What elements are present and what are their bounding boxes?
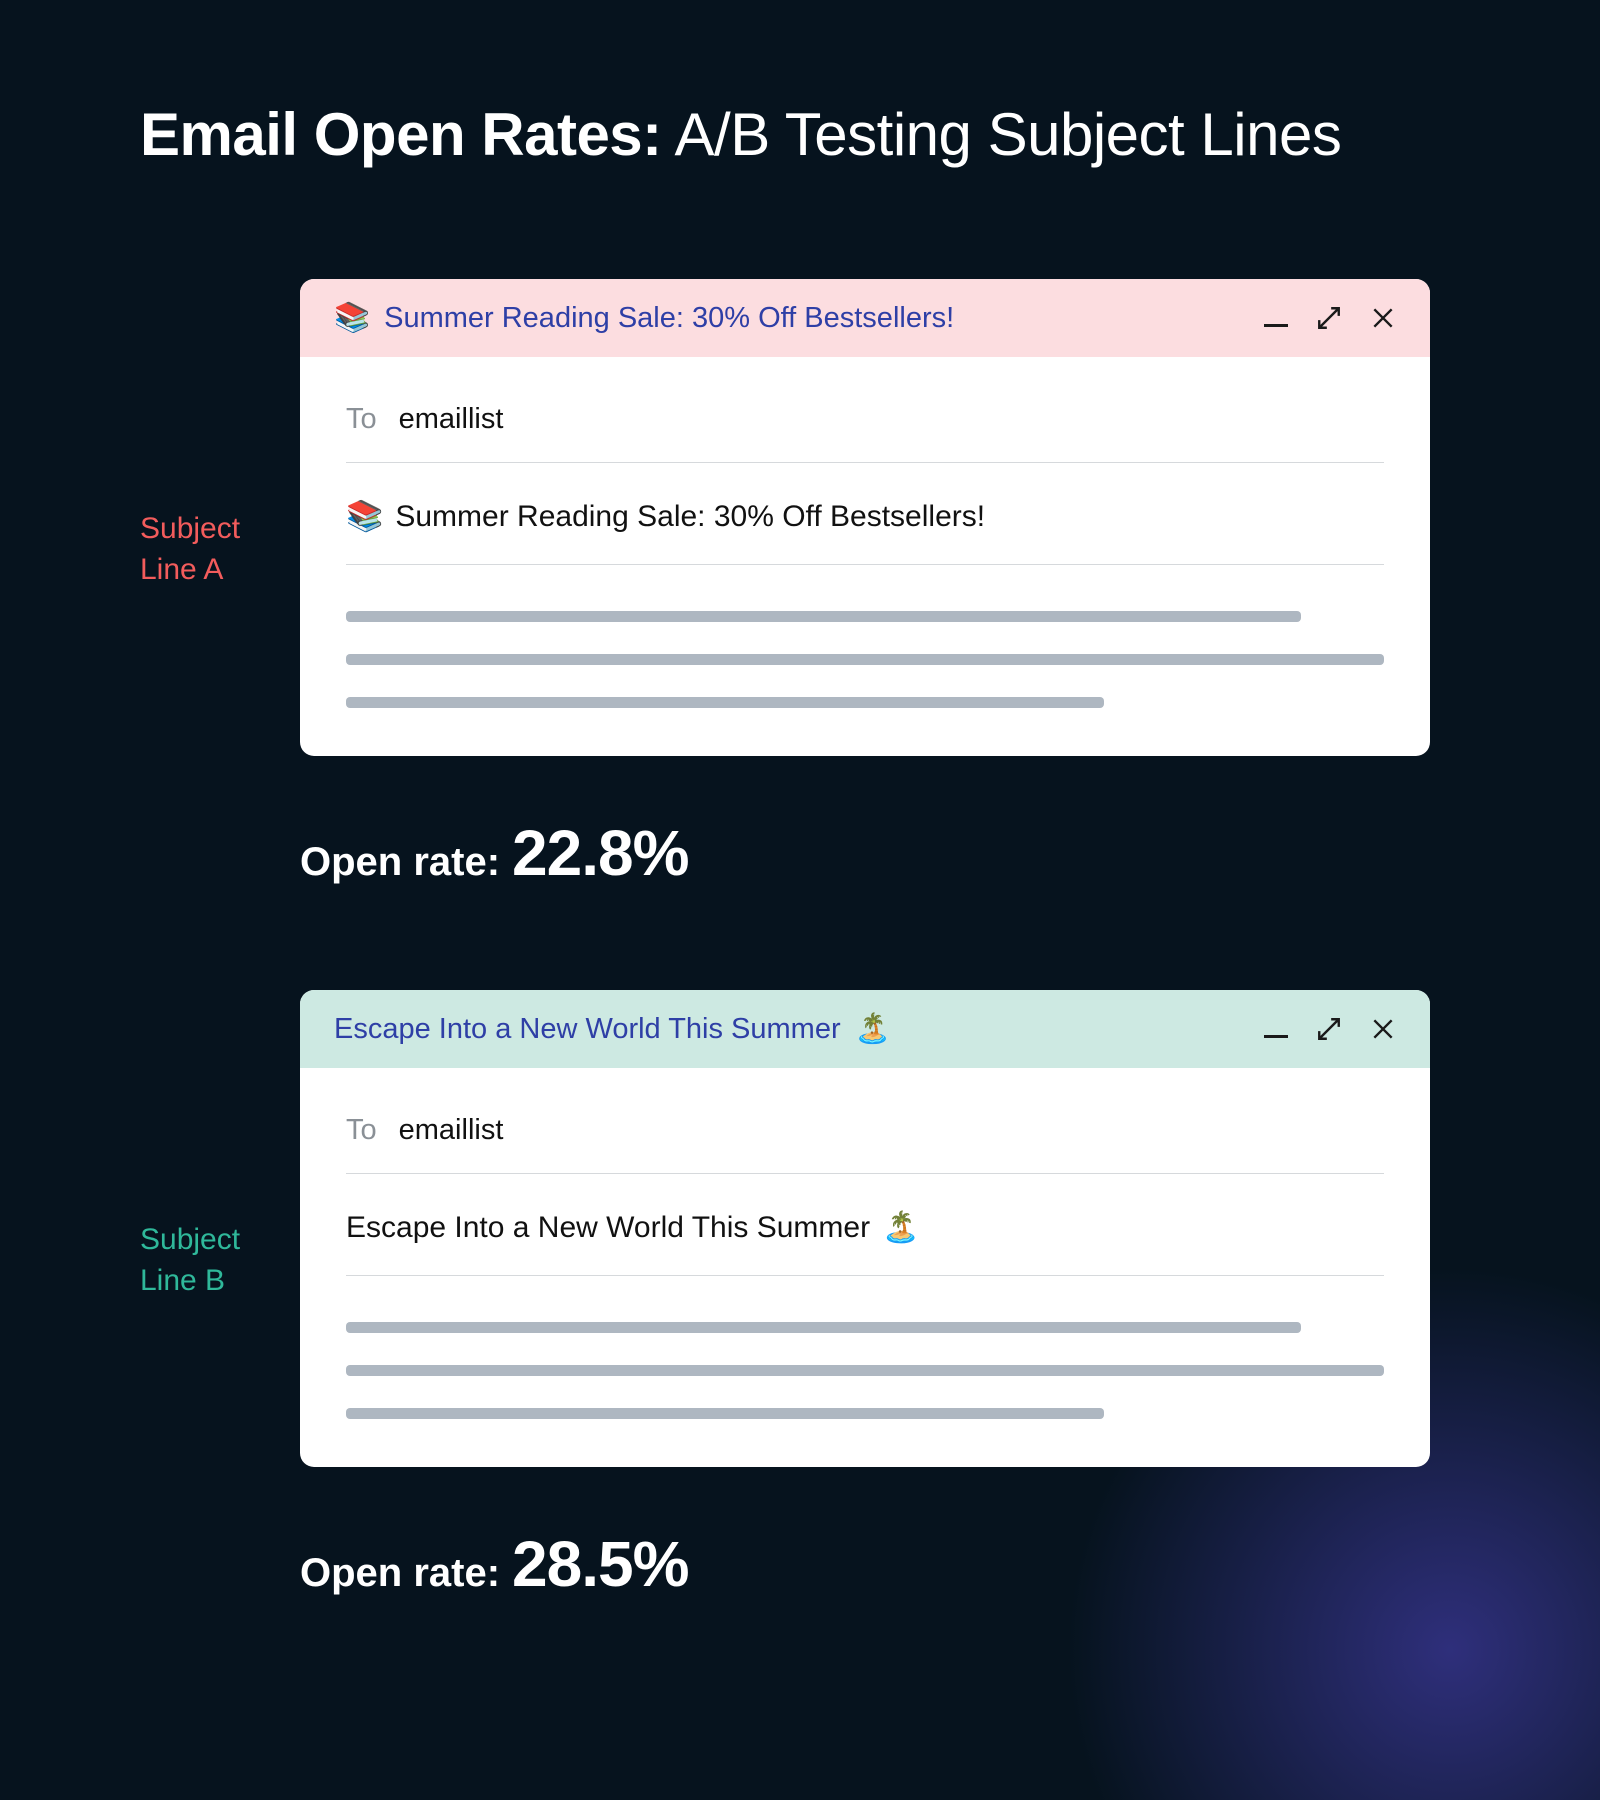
window-controls-b: [1264, 1016, 1396, 1042]
to-value-b: emaillist: [399, 1114, 504, 1147]
placeholder-line: [346, 697, 1104, 708]
open-rate-value-b: 28.5%: [512, 1527, 688, 1601]
placeholder-line: [346, 611, 1301, 622]
placeholder-line: [346, 654, 1384, 665]
expand-icon[interactable]: [1316, 305, 1342, 331]
open-rate-a: Open rate: 22.8%: [300, 816, 1460, 890]
body-placeholder-a: [346, 565, 1384, 708]
placeholder-line: [346, 1322, 1301, 1333]
expand-icon[interactable]: [1316, 1016, 1342, 1042]
island-icon: 🏝️: [855, 1012, 891, 1046]
email-header-subject-a: 📚 Summer Reading Sale: 30% Off Bestselle…: [334, 301, 954, 335]
open-rate-value-a: 22.8%: [512, 816, 688, 890]
subject-line-a: 📚 Summer Reading Sale: 30% Off Bestselle…: [346, 463, 1384, 565]
subject-line-text-a: Summer Reading Sale: 30% Off Bestsellers…: [395, 500, 985, 534]
minimize-icon[interactable]: [1264, 324, 1288, 327]
open-rate-label-a: Open rate:: [300, 840, 500, 885]
window-controls-a: [1264, 305, 1396, 331]
page-title-bold: Email Open Rates:: [140, 101, 662, 168]
email-header-b: Escape Into a New World This Summer 🏝️: [300, 990, 1430, 1068]
variant-a-side-label: Subject Line A: [140, 279, 260, 590]
body-placeholder-b: [346, 1276, 1384, 1419]
variant-a-section: Subject Line A 📚 Summer Reading Sale: 30…: [140, 279, 1460, 890]
close-icon[interactable]: [1370, 1016, 1396, 1042]
placeholder-line: [346, 1365, 1384, 1376]
to-label-b: To: [346, 1114, 377, 1147]
books-icon: 📚: [346, 499, 383, 534]
close-icon[interactable]: [1370, 305, 1396, 331]
variant-b-section: Subject Line B Escape Into a New World T…: [140, 990, 1460, 1601]
to-label-a: To: [346, 403, 377, 436]
placeholder-line: [346, 1408, 1104, 1419]
email-header-a: 📚 Summer Reading Sale: 30% Off Bestselle…: [300, 279, 1430, 357]
open-rate-label-b: Open rate:: [300, 1551, 500, 1596]
books-icon: 📚: [334, 301, 370, 335]
page-title-rest: A/B Testing Subject Lines: [662, 101, 1342, 168]
to-field-b: To emaillist: [346, 1098, 1384, 1174]
to-field-a: To emaillist: [346, 387, 1384, 463]
variant-b-side-label: Subject Line B: [140, 990, 260, 1301]
subject-line-text-b: Escape Into a New World This Summer: [346, 1211, 870, 1245]
to-value-a: emaillist: [399, 403, 504, 436]
open-rate-b: Open rate: 28.5%: [300, 1527, 1460, 1601]
email-header-subject-b: Escape Into a New World This Summer 🏝️: [334, 1012, 891, 1046]
email-header-subject-text-b: Escape Into a New World This Summer: [334, 1013, 841, 1046]
subject-line-b: Escape Into a New World This Summer 🏝️: [346, 1174, 1384, 1276]
email-card-a: 📚 Summer Reading Sale: 30% Off Bestselle…: [300, 279, 1430, 756]
email-header-subject-text-a: Summer Reading Sale: 30% Off Bestsellers…: [384, 302, 954, 335]
email-card-b: Escape Into a New World This Summer 🏝️ T…: [300, 990, 1430, 1467]
island-icon: 🏝️: [882, 1210, 919, 1245]
minimize-icon[interactable]: [1264, 1035, 1288, 1038]
page-title: Email Open Rates: A/B Testing Subject Li…: [140, 100, 1460, 169]
